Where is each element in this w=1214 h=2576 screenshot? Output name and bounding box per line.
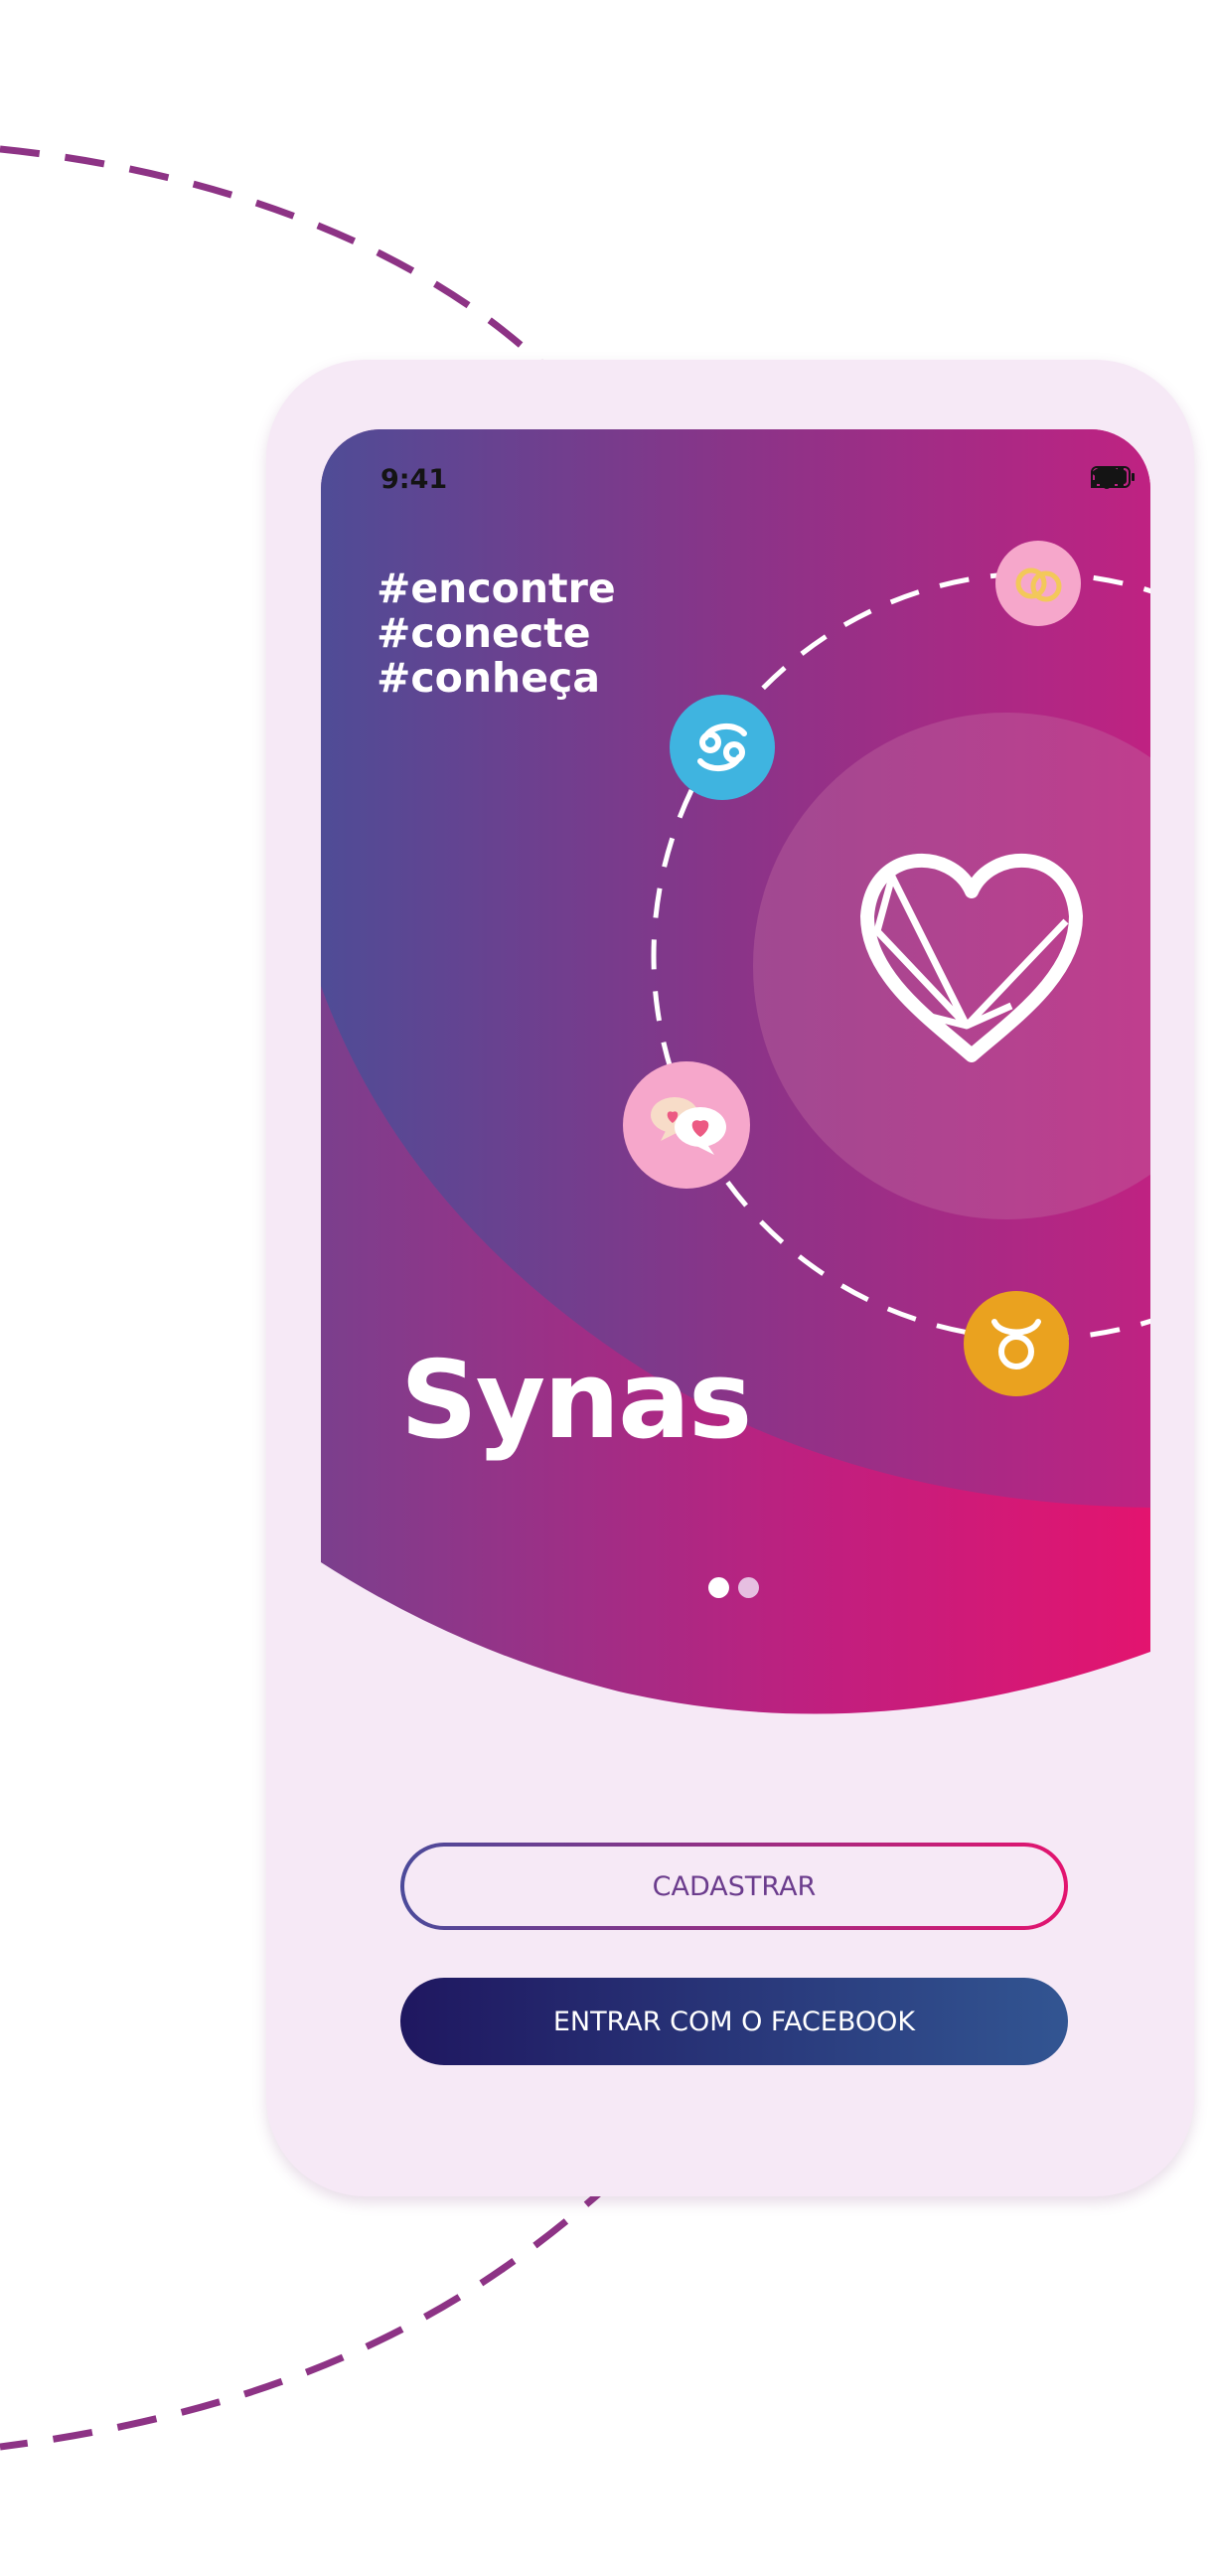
phone-mockup: 9:41 #encontre #conecte #conheça Synas C…	[266, 360, 1194, 2196]
battery-icon	[1091, 466, 1135, 488]
cancer-zodiac-icon[interactable]	[670, 695, 775, 800]
page-dot-inactive[interactable]	[738, 1577, 759, 1598]
register-button-label: CADASTRAR	[404, 1847, 1064, 1926]
rings-icon[interactable]	[995, 541, 1081, 626]
app-name: Synas	[400, 1339, 752, 1463]
hashtag-list: #encontre #conecte #conheça	[377, 566, 616, 701]
page-dot-active[interactable]	[708, 1577, 729, 1598]
register-button[interactable]: CADASTRAR	[400, 1843, 1068, 1930]
hashtag-conecte: #conecte	[377, 609, 591, 657]
page-indicator	[708, 1577, 759, 1598]
hero-banner: 9:41 #encontre #conecte #conheça Synas	[321, 429, 1150, 1716]
hashtag-conheca: #conheça	[377, 654, 600, 702]
taurus-zodiac-icon[interactable]	[964, 1291, 1069, 1396]
status-time: 9:41	[380, 464, 448, 495]
chat-hearts-icon[interactable]	[623, 1061, 750, 1189]
facebook-login-button[interactable]: ENTRAR COM O FACEBOOK	[400, 1978, 1068, 2065]
status-bar: 9:41	[380, 464, 1135, 504]
hashtag-encontre: #encontre	[377, 564, 616, 612]
